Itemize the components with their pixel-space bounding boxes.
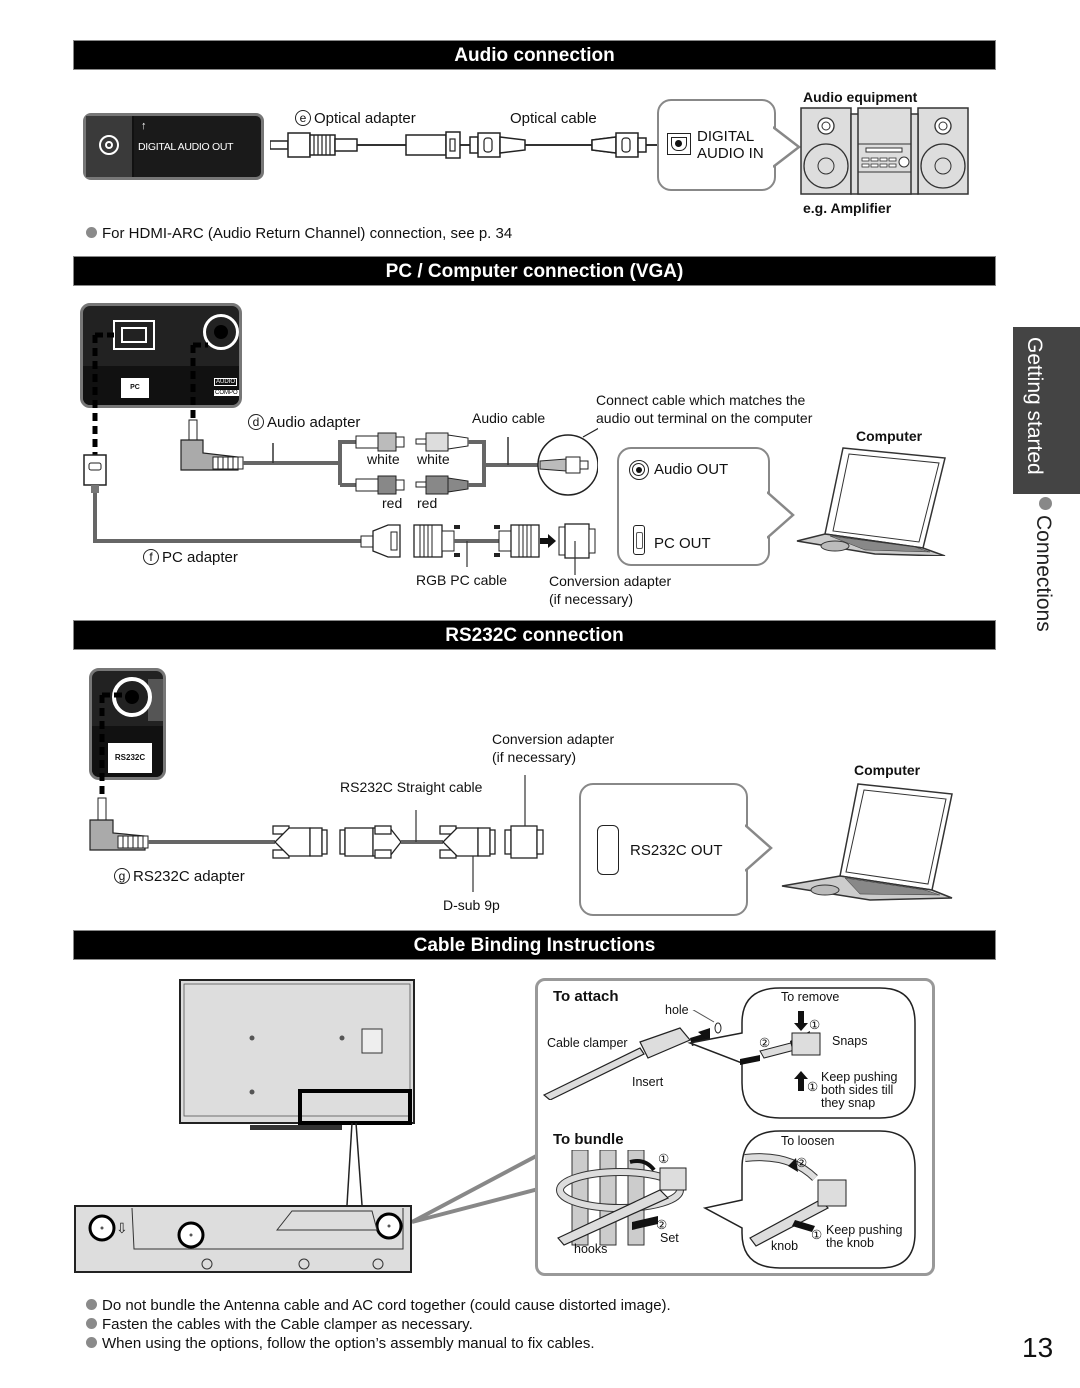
remove-step2: ② <box>759 1036 771 1050</box>
note-text: Fasten the cables with the Cable clamper… <box>102 1316 473 1333</box>
tv-rear-diagram: ⇩ <box>74 979 542 1273</box>
audio-adapter-text: Audio adapter <box>267 414 361 431</box>
bubble-pointer <box>767 491 795 539</box>
vga-port-icon <box>633 525 645 555</box>
to-remove-title: To remove <box>781 990 840 1004</box>
hooks-label: hooks <box>574 1242 608 1256</box>
marker-d: d <box>248 414 264 430</box>
digital-audio-in-bubble: DIGITAL AUDIO IN <box>657 99 776 191</box>
snaps-label: Snaps <box>832 1034 868 1048</box>
rgb-pc-cable-label: RGB PC cable <box>416 572 508 588</box>
laptop-icon <box>781 783 953 901</box>
bubble-pointer <box>745 824 773 872</box>
section-dot-icon <box>1039 497 1052 510</box>
bullet-icon <box>86 1337 97 1348</box>
loosen-step2: ② <box>796 1156 808 1170</box>
note-item: Fasten the cables with the Cable clamper… <box>86 1315 671 1334</box>
section-label: Connections <box>1032 515 1055 632</box>
white-label-2: white <box>417 451 450 467</box>
rs232c-output-bubble: RS232C OUT <box>579 783 748 916</box>
white-label-1: white <box>367 451 400 467</box>
conversion-adapter-label: Conversion adapter <box>549 573 672 589</box>
hdmi-arc-note-text: For HDMI-ARC (Audio Return Channel) conn… <box>102 225 513 242</box>
laptop-icon <box>796 447 946 556</box>
marker-e: e <box>295 110 311 126</box>
knob-label: knob <box>771 1239 799 1253</box>
to-loosen-title: To loosen <box>781 1134 835 1148</box>
pc-connection-header: PC / Computer connection (VGA) <box>73 256 996 286</box>
to-attach-title: To attach <box>553 988 619 1005</box>
rs232c-adapter-text: RS232C adapter <box>133 868 245 885</box>
digital-audio-in-label-1: DIGITAL <box>697 128 755 145</box>
red-label-1: red <box>382 495 403 511</box>
rs232c-conversion-label: Conversion adapter <box>492 731 615 747</box>
optical-cable-drawing <box>270 131 660 159</box>
digital-audio-out-label: DIGITAL AUDIO OUT <box>138 141 234 153</box>
audio-adapter-label: d Audio adapter <box>248 414 360 431</box>
pc-adapter-label: f PC adapter <box>143 549 238 566</box>
hdmi-arc-note: For HDMI-ARC (Audio Return Channel) conn… <box>86 225 512 242</box>
rs232c-connection-header: RS232C connection <box>73 620 996 650</box>
svg-text:⇩: ⇩ <box>116 1220 128 1236</box>
dsub-9p-label: D-sub 9p <box>443 897 500 913</box>
callout-line-2: audio out terminal on the computer <box>596 410 813 426</box>
callout-line-1: Connect cable which matches the <box>596 392 806 408</box>
pc-cable-drawing <box>83 332 598 575</box>
chapter-label: Getting started <box>1023 337 1046 475</box>
cable-binding-header: Cable Binding Instructions <box>73 930 996 960</box>
bullet-icon <box>86 1318 97 1329</box>
rs232c-straight-cable-label: RS232C Straight cable <box>340 779 483 795</box>
pc-out-label: PC OUT <box>654 535 711 552</box>
audio-out-label: Audio OUT <box>654 461 729 478</box>
computer-label-rs232c: Computer <box>854 762 921 778</box>
pc-adapter-text: PC adapter <box>162 549 238 566</box>
note-text: When using the options, follow the optio… <box>102 1335 595 1352</box>
audio-connection-header: Audio connection <box>73 40 996 70</box>
audio-cable-label: Audio cable <box>472 410 546 426</box>
bullet-icon <box>86 227 97 238</box>
keep-pushing-line-3: they snap <box>821 1096 876 1110</box>
note-item: Do not bundle the Antenna cable and AC c… <box>86 1296 671 1315</box>
conversion-adapter-note: (if necessary) <box>549 591 634 607</box>
digital-audio-in-label-2: AUDIO IN <box>697 145 764 162</box>
rs232c-port-icon <box>597 825 619 875</box>
loosen-step1: ① <box>811 1228 823 1242</box>
marker-f: f <box>143 549 159 565</box>
up-arrow-icon: ↑ <box>141 120 147 132</box>
computer-label-pc: Computer <box>856 428 923 444</box>
audio-out-jack-icon <box>629 460 649 480</box>
rs232c-adapter-label: g RS232C adapter <box>114 868 245 885</box>
rs232c-cable-drawing <box>89 692 544 892</box>
note-item: When using the options, follow the optio… <box>86 1334 671 1353</box>
optical-port-icon <box>99 135 119 155</box>
rs232c-conversion-note: (if necessary) <box>492 749 577 765</box>
note-text: Do not bundle the Antenna cable and AC c… <box>102 1297 671 1314</box>
bullet-icon <box>86 1299 97 1310</box>
digital-audio-out-port: ↑ DIGITAL AUDIO OUT <box>83 113 264 180</box>
bundle-step2: ② <box>656 1218 668 1232</box>
marker-g: g <box>114 868 130 884</box>
bubble-pointer <box>773 126 802 168</box>
optical-adapter-text: Optical adapter <box>314 110 416 127</box>
remove-step1-top: ① <box>809 1018 821 1032</box>
audio-equipment-label: Audio equipment <box>803 89 918 105</box>
pc-output-bubble: Audio OUT PC OUT <box>617 447 770 566</box>
bundle-step1: ① <box>658 1152 670 1166</box>
to-loosen-bubble <box>702 1130 916 1269</box>
amplifier-icon <box>800 107 969 195</box>
optical-adapter-label: e Optical adapter <box>295 110 416 127</box>
red-label-2: red <box>417 495 438 511</box>
rs232c-out-label: RS232C OUT <box>630 842 723 859</box>
to-bundle-title: To bundle <box>553 1131 624 1148</box>
amplifier-example-label: e.g. Amplifier <box>803 200 892 216</box>
remove-step1-bottom: ① <box>807 1080 819 1094</box>
set-label: Set <box>660 1231 679 1245</box>
notes-list: Do not bundle the Antenna cable and AC c… <box>86 1296 671 1353</box>
page-number: 13 <box>1022 1332 1054 1363</box>
optical-cable-label: Optical cable <box>510 110 597 127</box>
optical-input-icon <box>667 133 691 155</box>
knob-push-line-2: the knob <box>826 1236 874 1250</box>
